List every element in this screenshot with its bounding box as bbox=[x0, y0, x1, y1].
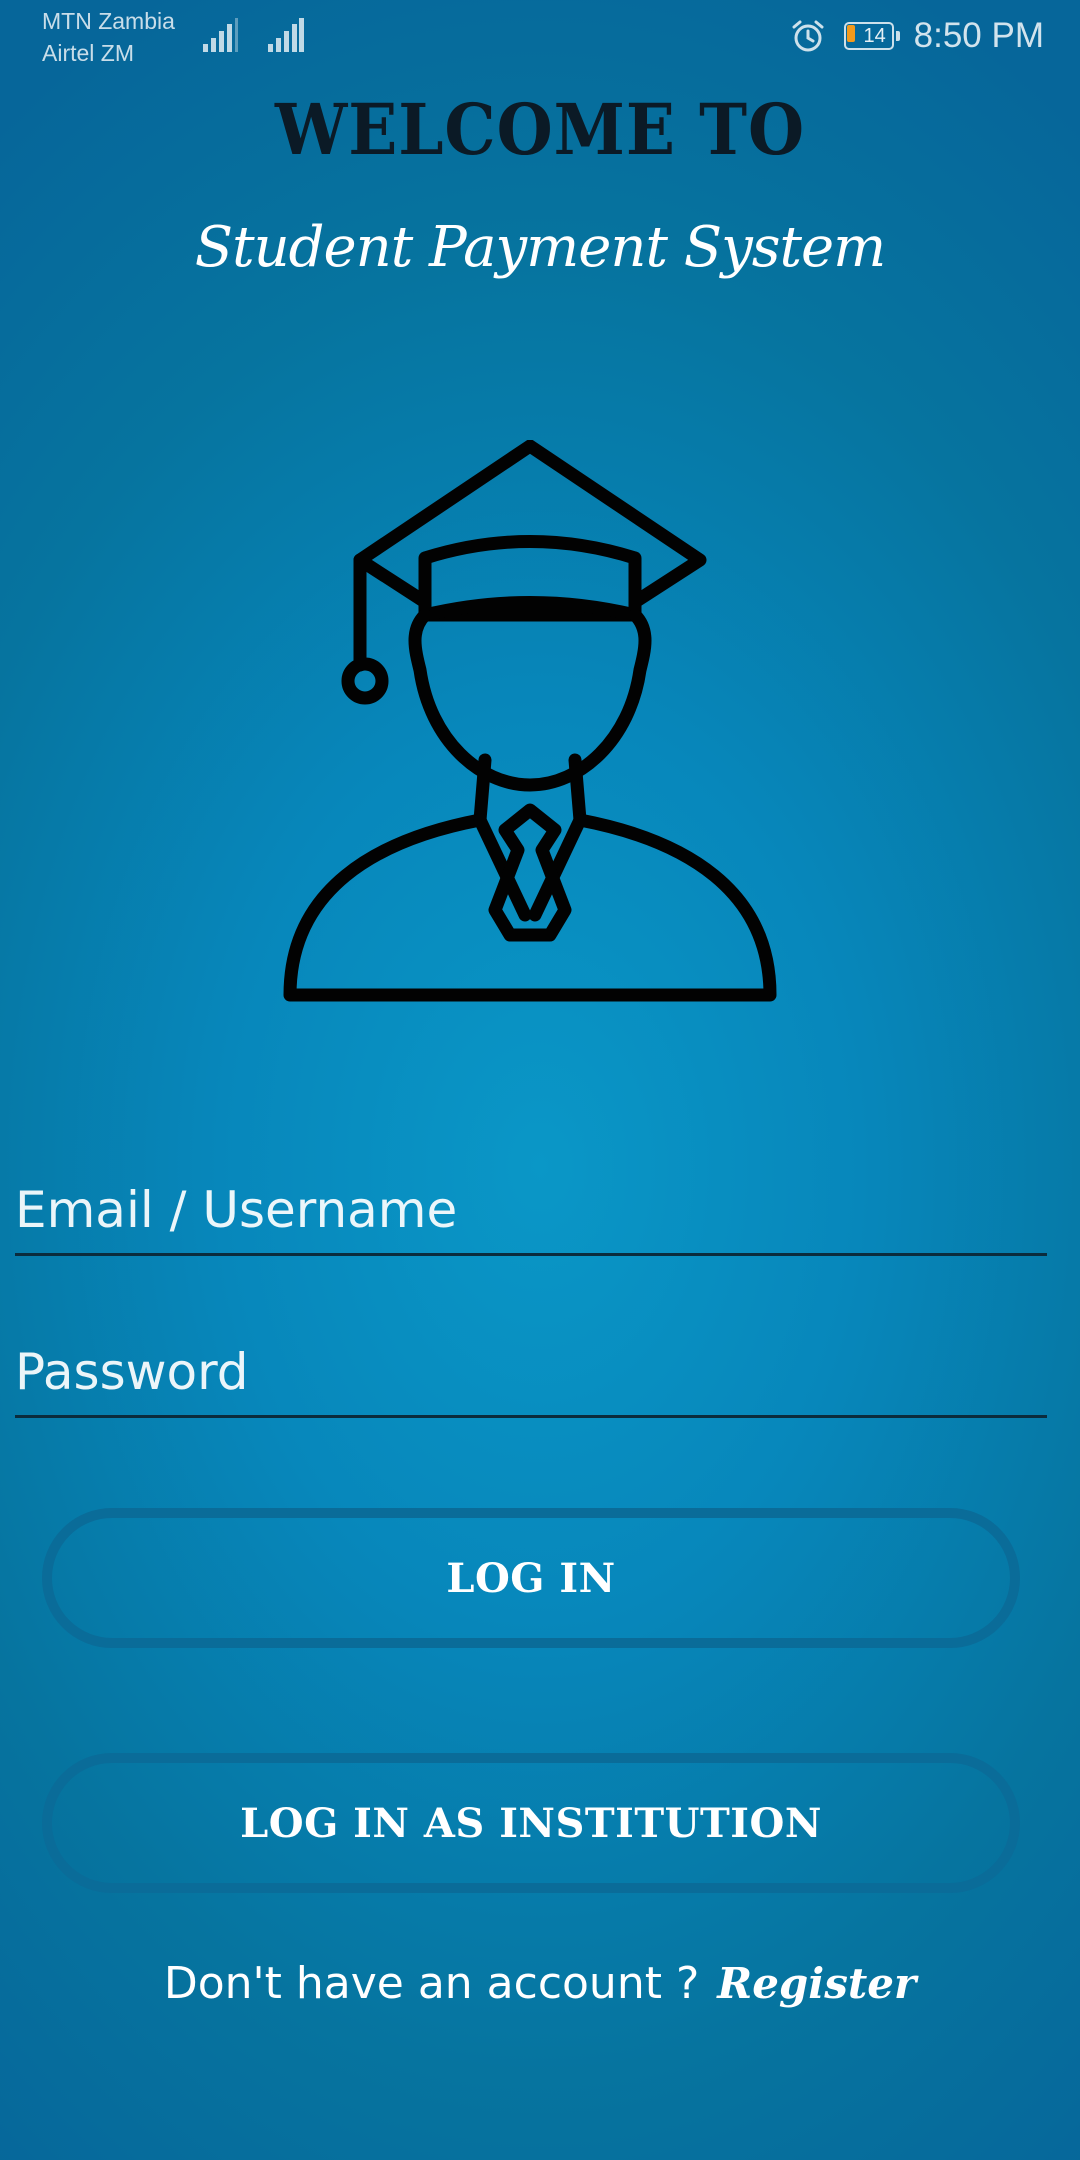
battery-icon: 14 bbox=[843, 22, 900, 50]
register-row: Don't have an account ? Register bbox=[0, 1958, 1080, 2009]
password-input[interactable] bbox=[15, 1337, 1047, 1407]
battery-level: 14 bbox=[863, 25, 886, 47]
register-prompt: Don't have an account ? bbox=[163, 1958, 700, 2009]
alarm-icon bbox=[792, 20, 824, 52]
battery-fill bbox=[846, 25, 855, 42]
login-button[interactable]: LOG IN bbox=[42, 1508, 1020, 1648]
carrier-name-primary: MTN Zambia bbox=[42, 8, 175, 34]
graduate-student-icon bbox=[283, 440, 777, 1002]
email-input[interactable] bbox=[15, 1175, 1047, 1245]
password-field[interactable] bbox=[15, 1318, 1047, 1418]
institution-login-button[interactable]: LOG IN AS INSTITUTION bbox=[42, 1753, 1020, 1893]
signal-icon bbox=[203, 18, 238, 52]
email-field[interactable] bbox=[15, 1156, 1047, 1256]
login-button-label: LOG IN bbox=[446, 1554, 616, 1602]
carrier-name-secondary: Airtel ZM bbox=[42, 40, 134, 66]
welcome-title: WELCOME TO bbox=[274, 88, 806, 171]
status-bar: MTN Zambia Airtel ZM 14 8:50 PM bbox=[0, 0, 1080, 72]
status-right-group: 14 8:50 PM bbox=[790, 14, 1044, 58]
institution-login-button-label: LOG IN AS INSTITUTION bbox=[240, 1799, 822, 1847]
register-link[interactable]: Register bbox=[717, 1959, 916, 2008]
clock: 8:50 PM bbox=[913, 16, 1044, 55]
app-name: Student Payment System bbox=[194, 215, 887, 280]
signal-icon bbox=[268, 18, 304, 52]
